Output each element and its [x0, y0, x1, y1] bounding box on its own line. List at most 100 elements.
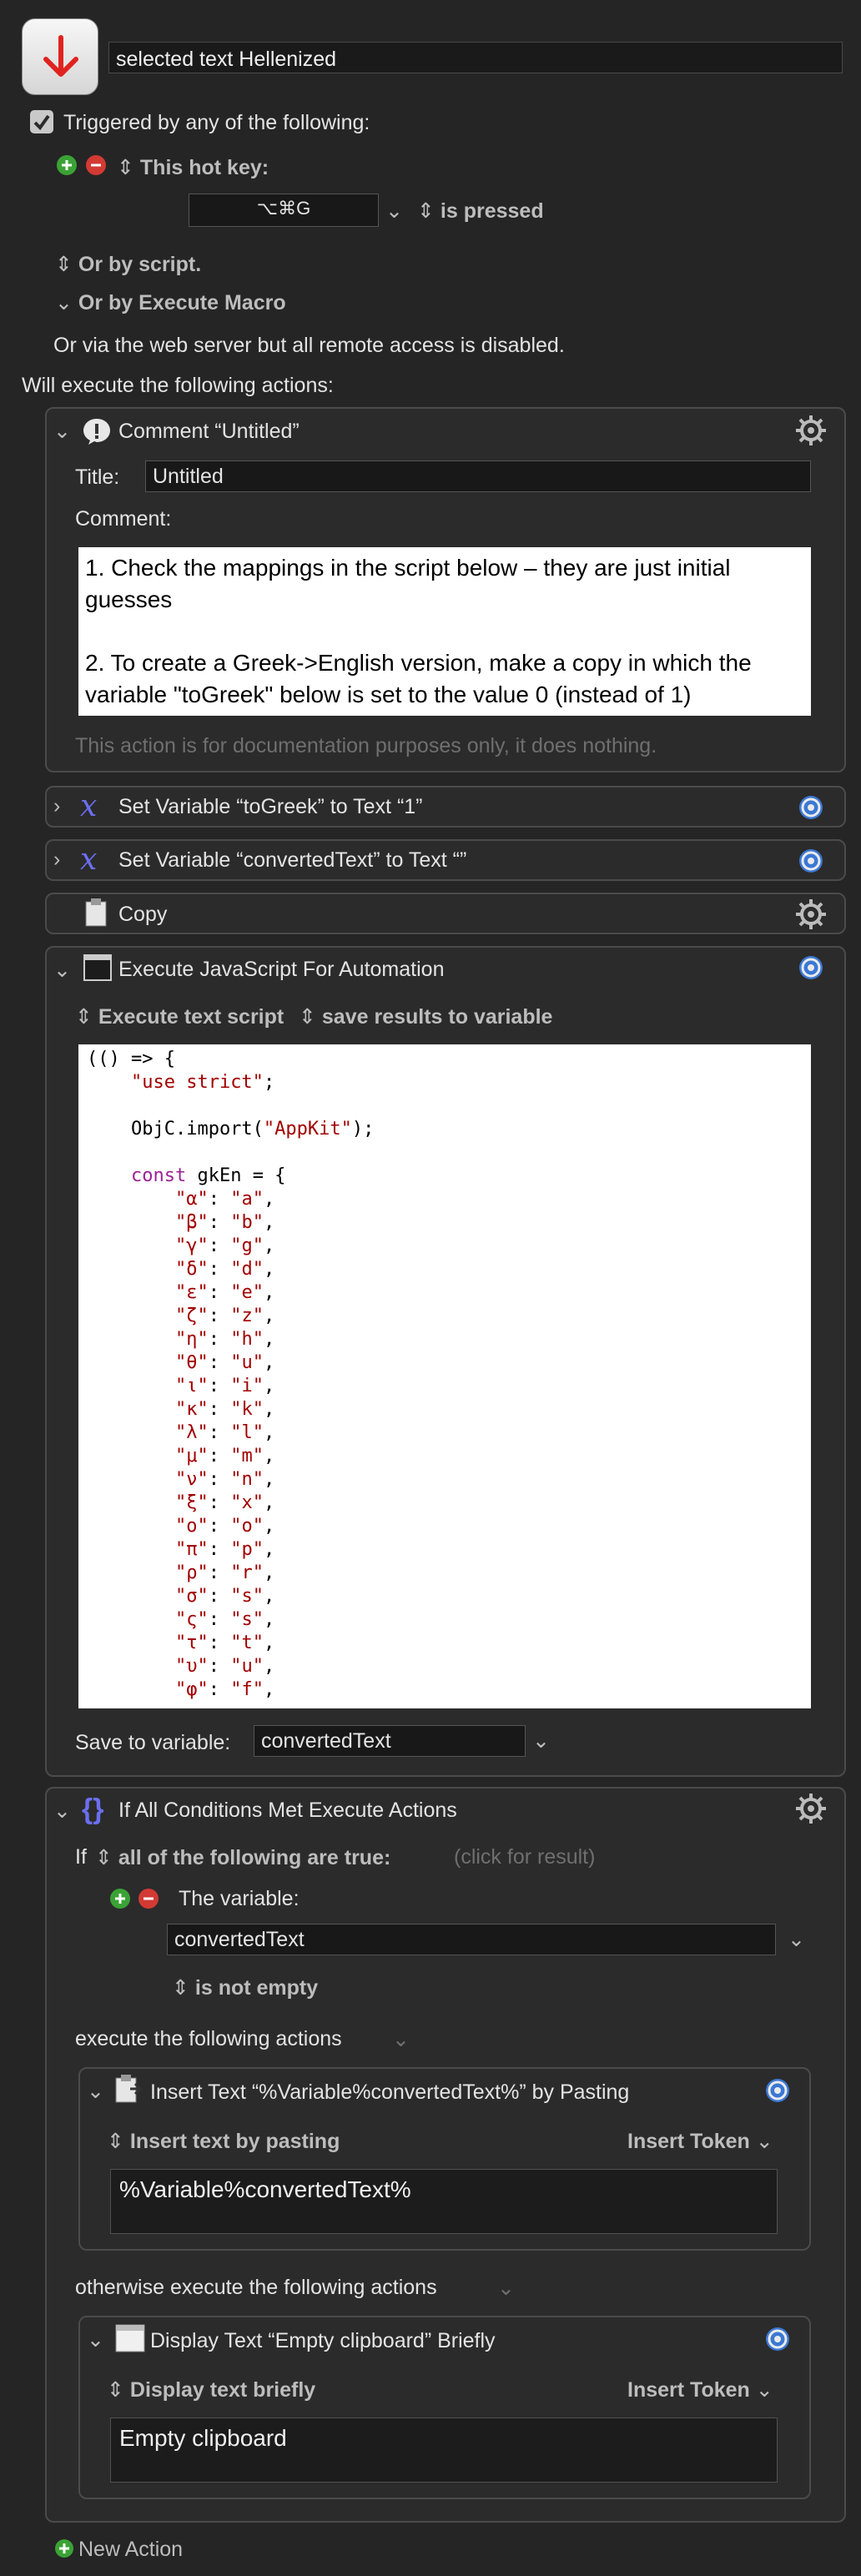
code-line: (() => { — [87, 1049, 175, 1069]
insert-text-action-title: Insert Text “%Variable%convertedText%” b… — [150, 2080, 630, 2104]
if-label: If — [75, 1845, 87, 1869]
disclosure-chevron-icon[interactable]: › — [53, 848, 60, 872]
gear-icon[interactable] — [794, 414, 828, 447]
result-mode-selector[interactable]: ⇕ save results to variable — [299, 1004, 552, 1029]
disclosure-chevron-icon[interactable]: › — [53, 794, 60, 818]
updown-chevron-icon: ⇕ — [75, 1005, 93, 1029]
updown-chevron-icon: ⇕ — [55, 253, 73, 276]
title-field[interactable]: Untitled — [145, 460, 811, 492]
then-dropdown-icon[interactable]: ⌄ — [392, 2027, 410, 2052]
disclosure-chevron-icon[interactable]: ⌄ — [53, 1799, 71, 1824]
variable-dropdown-icon[interactable]: ⌄ — [788, 1927, 805, 1952]
code-line: "γ": "g", — [174, 1235, 275, 1256]
code-line: "η": "h", — [174, 1329, 275, 1350]
triggers-header: Triggered by any of the following: — [63, 111, 370, 134]
code-line: "δ": "d", — [174, 1259, 275, 1280]
or-by-script-trigger[interactable]: ⇕ Or by script. — [55, 252, 201, 277]
gear-icon[interactable] — [794, 1792, 828, 1825]
remove-trigger-icon[interactable] — [86, 155, 106, 175]
code-line: "ζ": "z", — [174, 1306, 275, 1326]
script-window-icon — [83, 954, 112, 981]
comment-textarea[interactable]: 1. Check the mappings in the script belo… — [78, 547, 811, 716]
insert-mode-selector[interactable]: ⇕ Insert text by pasting — [107, 2129, 340, 2154]
insert-text-field[interactable]: %Variable%convertedText% — [110, 2169, 778, 2234]
insert-token-menu[interactable]: Insert Token ⌄ — [627, 2377, 773, 2402]
updown-chevron-icon: ⇕ — [299, 1005, 316, 1029]
code-line: "θ": "u", — [174, 1352, 275, 1373]
add-condition-icon[interactable] — [110, 1889, 130, 1909]
hotkey-label: This hot key: — [139, 156, 269, 179]
variable-x-icon: 𝑥 — [80, 843, 98, 877]
else-dropdown-icon[interactable]: ⌄ — [497, 2276, 515, 2301]
gear-icon[interactable] — [761, 2322, 794, 2356]
comment-icon — [82, 417, 112, 445]
condition-variable-field[interactable]: convertedText — [167, 1924, 776, 1955]
or-by-execute-macro-trigger[interactable]: ⌄ Or by Execute Macro — [55, 290, 286, 315]
insert-token-menu[interactable]: Insert Token ⌄ — [627, 2129, 773, 2154]
disclosure-chevron-icon[interactable]: ⌄ — [87, 2079, 104, 2104]
hotkey-field[interactable]: ⌥⌘G — [189, 194, 379, 227]
save-to-variable-label: Save to variable: — [75, 1731, 231, 1754]
then-label: execute the following actions — [75, 2027, 342, 2050]
comment-label: Comment: — [75, 507, 172, 531]
gear-icon[interactable] — [794, 844, 828, 878]
code-line: "ο": "o", — [174, 1516, 275, 1537]
hotkey-dropdown-icon[interactable]: ⌄ — [385, 199, 403, 224]
new-action-button[interactable]: New Action — [78, 2538, 183, 2562]
code-line: "μ": "m", — [174, 1446, 275, 1467]
macro-icon[interactable] — [22, 18, 98, 95]
disclosure-chevron-icon[interactable]: ⌄ — [53, 958, 71, 983]
add-trigger-icon[interactable] — [57, 155, 77, 175]
remove-condition-icon[interactable] — [138, 1889, 159, 1909]
updown-chevron-icon: ⇕ — [117, 156, 134, 179]
comment-paragraph-1: 1. Check the mappings in the script belo… — [85, 555, 731, 612]
else-label: otherwise execute the following actions — [75, 2276, 437, 2299]
script-editor[interactable]: (() => { "use strict"; ObjC.import("AppK… — [78, 1044, 811, 1708]
web-server-text: Or via the web server but all remote acc… — [53, 334, 565, 357]
gear-icon[interactable] — [794, 898, 828, 931]
code-line: "σ": "s", — [174, 1586, 275, 1607]
new-action-plus-icon[interactable] — [55, 2539, 73, 2558]
disclosure-chevron-icon[interactable]: ⌄ — [53, 419, 71, 444]
code-line: "ε": "e", — [174, 1282, 275, 1303]
code-line: "use strict"; — [130, 1072, 275, 1093]
title-label: Title: — [75, 465, 120, 489]
code-line: "τ": "t", — [174, 1633, 275, 1653]
code-line: "β": "b", — [174, 1212, 275, 1233]
gear-icon[interactable] — [761, 2074, 794, 2107]
updown-chevron-icon: ⇕ — [107, 2378, 124, 2402]
comment-note: This action is for documentation purpose… — [75, 734, 657, 757]
condition-selector[interactable]: ⇕ is not empty — [172, 1975, 318, 2000]
window-icon — [115, 2324, 145, 2352]
click-for-result[interactable]: (click for result) — [454, 1845, 595, 1869]
gear-icon[interactable] — [794, 951, 828, 984]
triggers-checkbox[interactable] — [30, 110, 53, 133]
if-action-title: If All Conditions Met Execute Actions — [118, 1799, 457, 1822]
variable-condition-label: The variable: — [179, 1887, 300, 1910]
save-to-variable-field[interactable]: convertedText — [254, 1725, 526, 1757]
code-line: "υ": "u", — [174, 1656, 275, 1677]
checkmark-icon — [33, 114, 50, 131]
display-text-field[interactable]: Empty clipboard — [110, 2418, 778, 2483]
paste-icon — [113, 2074, 142, 2104]
updown-chevron-icon: ⇕ — [172, 1976, 189, 2000]
braces-icon: {} — [82, 1794, 104, 1825]
disclosure-chevron-icon[interactable]: ⌄ — [87, 2327, 104, 2352]
gear-icon[interactable] — [794, 791, 828, 824]
hotkey-trigger-selector[interactable]: ⇕ This hot key: — [117, 155, 269, 180]
condition-mode-selector[interactable]: ⇕ all of the following are true: — [95, 1845, 390, 1870]
clipboard-icon — [83, 898, 110, 928]
code-line: "ς": "s", — [174, 1609, 275, 1630]
display-mode-selector[interactable]: ⇕ Display text briefly — [107, 2377, 315, 2402]
display-text-action-title: Display Text “Empty clipboard” Briefly — [150, 2329, 496, 2352]
set-variable-togreek-title: Set Variable “toGreek” to Text “1” — [118, 795, 423, 818]
set-variable-convertedtext-title: Set Variable “convertedText” to Text “” — [118, 848, 467, 872]
code-line: "λ": "l", — [174, 1422, 275, 1443]
hotkey-state-selector[interactable]: ⇕ is pressed — [417, 199, 544, 224]
updown-chevron-icon: ⇕ — [417, 199, 435, 223]
variable-dropdown-icon[interactable]: ⌄ — [532, 1728, 550, 1753]
code-line: "π": "p", — [174, 1539, 275, 1560]
macro-name-field[interactable]: selected text Hellenized — [108, 42, 843, 73]
script-mode-selector[interactable]: ⇕ Execute text script — [75, 1004, 284, 1029]
